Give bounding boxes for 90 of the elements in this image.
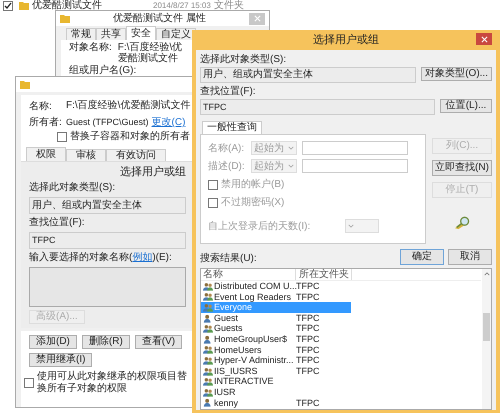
- field-label: 名称(A):: [208, 142, 246, 155]
- scrollbar-thumb[interactable]: [483, 313, 490, 341]
- result-item[interactable]: Guests: [201, 323, 293, 334]
- column-header[interactable]: 所在文件夹: [296, 269, 352, 280]
- folder-cell-text: TFPC: [295, 334, 320, 345]
- result-item[interactable]: Guest: [201, 312, 293, 324]
- folder-icon: [19, 1, 29, 10]
- user-group-icon: [203, 388, 213, 397]
- object-type-field: 用户、组或内置安全主体: [29, 197, 186, 214]
- object-names-field[interactable]: [29, 267, 186, 307]
- user-icon: [203, 398, 213, 408]
- examples-link[interactable]: 例如: [132, 252, 152, 263]
- folder-cell-text: TFPC: [295, 323, 320, 334]
- tab[interactable]: 常规: [66, 28, 96, 40]
- close-icon: [480, 36, 488, 42]
- tab[interactable]: 有效访问: [106, 149, 166, 161]
- action-button[interactable]: 查看(V): [134, 335, 182, 349]
- tab[interactable]: 安全: [126, 26, 156, 40]
- locations-button[interactable]: 位置(L)...: [440, 99, 492, 113]
- cancel-button[interactable]: 取消: [448, 249, 492, 265]
- ok-button[interactable]: 确定: [400, 249, 444, 265]
- field-label: 组或用户名(G):: [69, 65, 136, 76]
- user-group-icon: [203, 345, 213, 354]
- result-item[interactable]: HomeUsers: [201, 344, 293, 356]
- result-item[interactable]: IUSR: [201, 386, 293, 398]
- window-title: 选择用户或组: [312, 33, 380, 47]
- user-group-icon: [203, 377, 213, 386]
- dialog-title: 选择用户或组: [119, 165, 186, 179]
- folder-cell-text: TFPC: [295, 312, 320, 324]
- user-group-icon: [203, 366, 213, 376]
- object-types-button[interactable]: 对象类型(O)...: [421, 67, 492, 81]
- location-field: TFPC: [200, 99, 435, 115]
- field-label: 查找位置(F):: [29, 217, 86, 229]
- result-item[interactable]: Hyper-V Administr...: [201, 355, 293, 366]
- action-button[interactable]: 添加(D): [29, 335, 77, 349]
- user-group-icon: [203, 282, 213, 291]
- column-header[interactable]: 名称: [201, 269, 296, 280]
- disable-inheritance-button[interactable]: 禁用继承(I): [29, 353, 92, 367]
- close-button[interactable]: [476, 33, 492, 45]
- field-label: 自上次登录后的天数(I):: [208, 220, 312, 233]
- user-icon: [203, 314, 213, 323]
- field-label: 查找位置(F):: [200, 86, 257, 98]
- magnifier-icon: [453, 216, 471, 230]
- user-group-icon: [203, 302, 213, 312]
- field-label: 描述(D):: [208, 160, 246, 173]
- field-label: 名称:: [29, 100, 53, 113]
- tab[interactable]: 审核: [66, 149, 106, 161]
- close-icon: [254, 15, 260, 22]
- tab[interactable]: 自定义: [156, 28, 196, 40]
- side-button[interactable]: 立即查找(N): [432, 160, 492, 176]
- folder-cell-text: TFPC: [295, 292, 320, 302]
- location-field: TFPC: [29, 232, 186, 249]
- owner-value: Guest (TFPC\Guest): [66, 116, 149, 128]
- field-label: 输入要选择的对象名称(例如)(E):: [29, 252, 173, 264]
- user-group-icon: [203, 356, 213, 365]
- result-item[interactable]: IIS_IUSRS: [201, 366, 293, 376]
- checkbox[interactable]: [3, 0, 13, 10]
- folder-cell-text: TFPC: [295, 366, 320, 376]
- action-button[interactable]: 删除(R): [82, 335, 130, 349]
- result-item[interactable]: HomeGroupUser$: [201, 334, 293, 345]
- result-item[interactable]: Event Log Readers: [201, 292, 293, 302]
- replace-permissions-checkbox[interactable]: 使用可从此对象继承的权限项目替换所有子对象的权限: [24, 371, 191, 395]
- modified-date: 2014/8/27 15:03: [153, 0, 211, 11]
- caret-icon: [348, 224, 354, 228]
- result-item[interactable]: INTERACTIVE: [201, 376, 293, 387]
- change-link[interactable]: 更改(C): [152, 115, 186, 129]
- object-name-value: F:\百度经验\优爱酷测试文件: [118, 42, 184, 64]
- folder-icon: [60, 14, 70, 23]
- folder-cell-text: TFPC: [295, 344, 320, 356]
- folder-cell-text: TFPC: [295, 355, 320, 366]
- name-value: F:\百度经验\优爱酷测试文件: [66, 100, 190, 112]
- result-item[interactable]: kenny: [201, 398, 293, 408]
- field-label: 所有者:: [29, 116, 63, 129]
- user-group-icon: [203, 324, 213, 334]
- field-label: 选择此对象类型(S):: [29, 182, 116, 194]
- field-label: 对象名称:: [69, 42, 112, 53]
- replace-owner-checkbox[interactable]: 替换子容器和对象的所有者: [57, 131, 194, 143]
- tab[interactable]: 权限: [26, 147, 66, 161]
- object-type-field: 用户、组或内置安全主体: [200, 67, 416, 83]
- window-title: 优爱酷测试文件 属性: [112, 12, 207, 26]
- folder-cell-text: TFPC: [295, 398, 320, 408]
- user-group-icon: [203, 292, 213, 302]
- scroll-up-icon[interactable]: [484, 272, 490, 276]
- caret-icon: [288, 164, 294, 168]
- results-label: 搜索结果(U):: [200, 253, 258, 265]
- folder-icon: [20, 80, 30, 89]
- tab[interactable]: 共享: [96, 28, 126, 40]
- user-icon: [203, 334, 213, 344]
- field-label: 选择此对象类型(S):: [200, 54, 288, 66]
- caret-icon: [288, 146, 294, 150]
